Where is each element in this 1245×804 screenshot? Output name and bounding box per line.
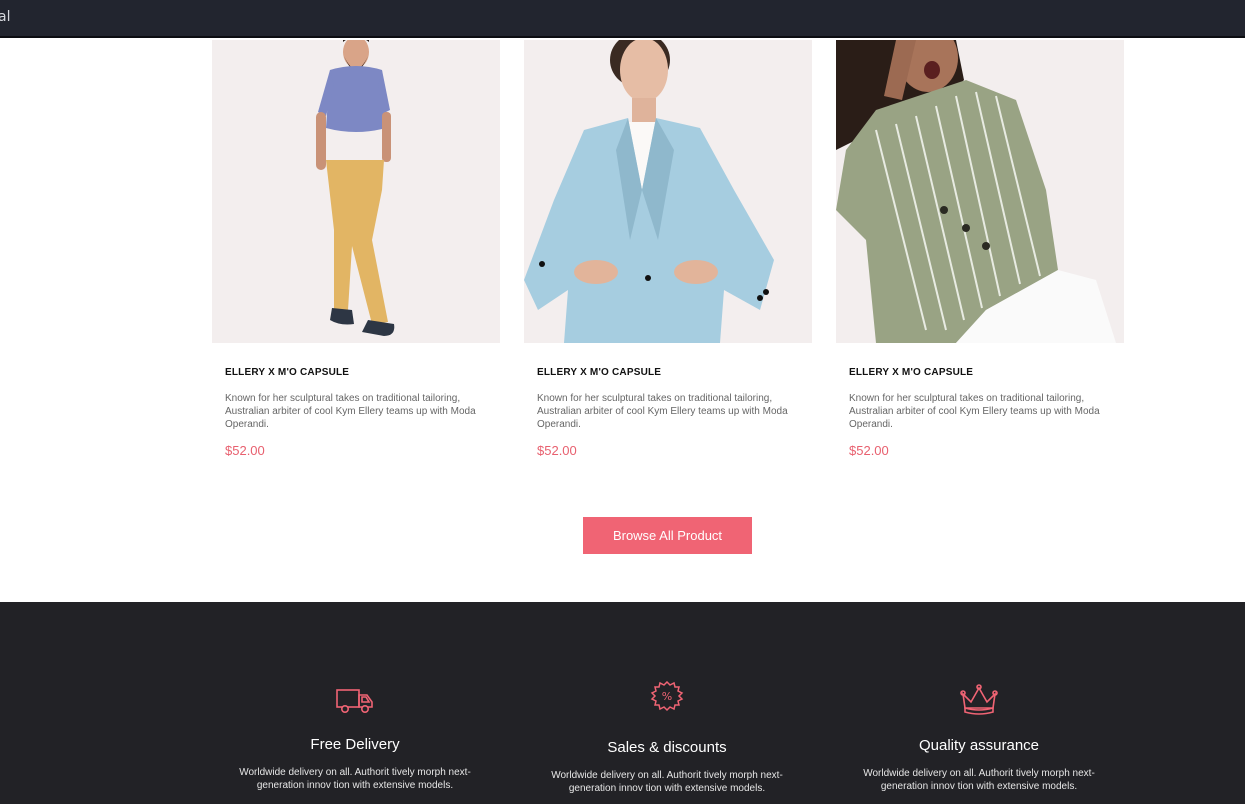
svg-text:%: % xyxy=(662,690,672,703)
feature-text: Worldwide delivery on all. Authorit tive… xyxy=(239,767,471,791)
feature-title: Sales & discounts xyxy=(607,739,727,756)
product-description: Known for her sculptural takes on tradit… xyxy=(225,393,476,430)
feature-title: Free Delivery xyxy=(310,736,400,753)
product-card[interactable]: ELLERY X M'O CAPSULE Known for her sculp… xyxy=(836,40,1124,458)
crown-icon xyxy=(959,682,999,716)
product-description: Known for her sculptural takes on tradit… xyxy=(537,393,788,430)
product-description: Known for her sculptural takes on tradit… xyxy=(849,393,1100,430)
product-price: $52.00 xyxy=(225,443,265,458)
feature-text: Worldwide delivery on all. Authorit tive… xyxy=(551,770,783,794)
discount-badge-icon: % xyxy=(647,680,687,715)
browse-all-product-button[interactable]: Browse All Product xyxy=(583,517,752,554)
product-image-woman-striped-shirt[interactable] xyxy=(836,40,1124,343)
product-price: $52.00 xyxy=(537,443,577,458)
product-price: $52.00 xyxy=(849,443,889,458)
truck-icon xyxy=(335,683,375,717)
product-card[interactable]: ELLERY X M'O CAPSULE Known for her sculp… xyxy=(524,40,812,458)
feature-title: Quality assurance xyxy=(918,737,1040,754)
product-title[interactable]: ELLERY X M'O CAPSULE xyxy=(537,367,661,378)
features-footer: Free Delivery Worldwide delivery on all.… xyxy=(0,602,1245,804)
product-image-woman-blue-blazer[interactable] xyxy=(524,40,812,343)
product-card[interactable]: ELLERY X M'O CAPSULE Known for her sculp… xyxy=(212,40,500,458)
product-title[interactable]: ELLERY X M'O CAPSULE xyxy=(225,367,349,378)
feature-text: Worldwide delivery on all. Authorit tive… xyxy=(863,768,1095,792)
topbar-text: al xyxy=(0,9,11,25)
product-image-man-blue-shirt[interactable] xyxy=(212,40,500,343)
product-title[interactable]: ELLERY X M'O CAPSULE xyxy=(849,367,973,378)
top-navigation-bar: al xyxy=(0,0,1245,38)
